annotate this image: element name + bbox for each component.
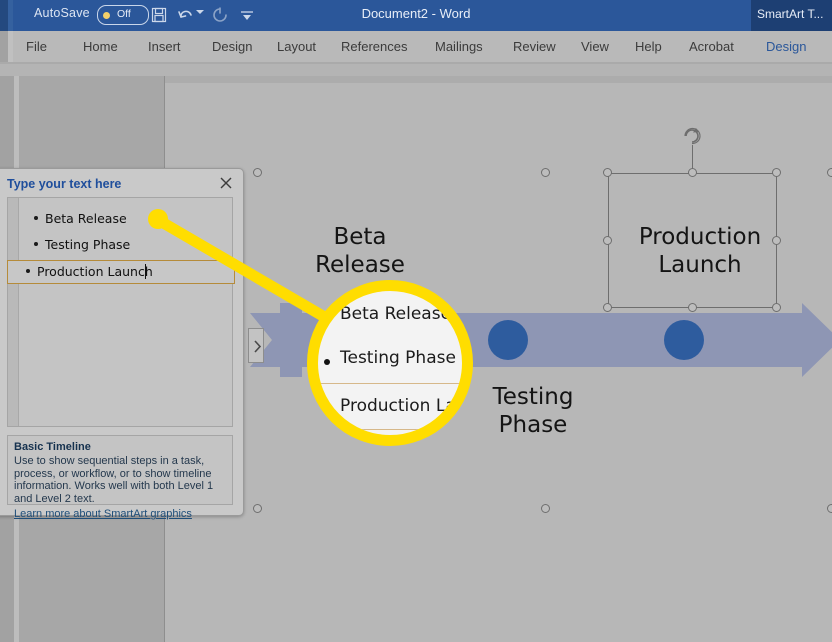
text-pane-item-label: Testing Phase	[45, 237, 131, 252]
bullet-icon	[34, 242, 38, 246]
magnified-item-production-launch: Production Launch	[318, 391, 467, 431]
ribbon-tab-strip: File Home Insert Design Layout Reference…	[0, 31, 832, 64]
ribbon-body-strip	[0, 64, 832, 76]
text-pane-toggle-icon[interactable]	[248, 328, 264, 363]
bullet-icon	[34, 216, 38, 220]
magnified-item-beta-release: Beta Release	[318, 299, 462, 339]
ribbon-left-edge	[0, 31, 8, 64]
timeline-node-dot	[664, 320, 704, 360]
tab-insert[interactable]: Insert	[148, 39, 181, 54]
layout-description-box: Basic Timeline Use to show sequential st…	[7, 435, 233, 520]
text-pane-gutter	[8, 198, 19, 426]
bullet-icon	[26, 269, 30, 273]
tab-design[interactable]: Design	[212, 39, 252, 54]
selection-handle-outer-bottom-mid[interactable]	[541, 504, 550, 513]
magnified-item-testing-phase: Testing Phase	[318, 343, 462, 383]
selection-handle-node-top-mid[interactable]	[688, 168, 697, 177]
selection-handle-outer-bottom-right[interactable]	[827, 504, 832, 513]
text-pane-list[interactable]: Beta Release Testing Phase Production La…	[7, 197, 235, 427]
tab-smartart-design[interactable]: Design	[766, 39, 806, 54]
text-pane-title: Type your text here	[7, 177, 122, 191]
bullet-icon	[324, 407, 330, 413]
smartart-tools-badge[interactable]: SmartArt T...	[751, 0, 832, 31]
tab-review[interactable]: Review	[513, 39, 556, 54]
selection-handle-node-top-left[interactable]	[603, 168, 612, 177]
tab-acrobat[interactable]: Acrobat	[689, 39, 734, 54]
magnifier-callout: Beta Release Testing Phase Production La…	[307, 280, 473, 446]
text-pane-item-testing-phase[interactable]: Testing Phase	[18, 234, 234, 256]
layout-description-text: Use to show sequential steps in a task, …	[14, 455, 214, 505]
smartart-tools-label: SmartArt T...	[757, 7, 824, 21]
node-label-beta-release[interactable]: Beta Release	[290, 223, 430, 279]
text-pane-item-label: Beta Release	[45, 211, 127, 226]
tab-references[interactable]: References	[341, 39, 407, 54]
selection-handle-node-bottom-left[interactable]	[603, 303, 612, 312]
tab-mailings[interactable]: Mailings	[435, 39, 483, 54]
bullet-icon	[324, 315, 330, 321]
selected-node-frame[interactable]	[608, 173, 777, 308]
selection-handle-outer-bottom-left[interactable]	[253, 504, 262, 513]
tab-layout[interactable]: Layout	[277, 39, 316, 54]
tab-file[interactable]: File	[26, 39, 47, 54]
word-window: AutoSave Off Document2 - Word SmartArt T…	[0, 0, 832, 642]
selection-handle-node-bottom-mid[interactable]	[688, 303, 697, 312]
title-bar: AutoSave Off Document2 - Word SmartArt T…	[0, 0, 832, 31]
magnifier-separator	[318, 429, 462, 430]
document-title: Document2 - Word	[361, 6, 471, 21]
layout-name-label: Basic Timeline	[14, 441, 91, 453]
tab-help[interactable]: Help	[635, 39, 662, 54]
magnified-item-label: Testing Phase	[340, 348, 456, 368]
magnifier-separator	[318, 383, 462, 384]
rotate-handle-icon[interactable]	[682, 125, 702, 145]
page-top-edge	[165, 76, 832, 83]
bullet-icon	[324, 359, 330, 365]
magnified-item-label: Production Launch	[340, 396, 467, 416]
text-pane-item-beta-release[interactable]: Beta Release	[18, 208, 234, 230]
selection-handle-node-mid-right[interactable]	[772, 236, 781, 245]
tab-view[interactable]: View	[581, 39, 609, 54]
learn-more-link[interactable]: Learn more about SmartArt graphics	[14, 508, 226, 520]
selection-handle-node-mid-left[interactable]	[603, 236, 612, 245]
node-label-testing-phase[interactable]: Testing Phase	[458, 383, 608, 439]
selection-handle-node-bottom-right[interactable]	[772, 303, 781, 312]
tab-home[interactable]: Home	[83, 39, 118, 54]
timeline-node-dot	[488, 320, 528, 360]
ribbon-left-edge-inner	[8, 31, 13, 64]
text-pane-item-production-launch[interactable]: Production Launch	[7, 260, 235, 284]
selection-handle-outer-top-right[interactable]	[827, 168, 832, 177]
close-icon[interactable]	[218, 175, 234, 191]
text-pane-item-label: Production Launch	[37, 264, 153, 279]
smartart-text-pane[interactable]: Type your text here Beta Release Testing…	[0, 168, 244, 520]
selection-handle-outer-top-mid[interactable]	[541, 168, 550, 177]
text-cursor-caret	[145, 264, 146, 279]
magnified-item-label: Beta Release	[340, 304, 452, 324]
selection-handle-outer-top-left[interactable]	[253, 168, 262, 177]
magnifier-content: Beta Release Testing Phase Production La…	[318, 291, 467, 435]
selection-handle-node-top-right[interactable]	[772, 168, 781, 177]
